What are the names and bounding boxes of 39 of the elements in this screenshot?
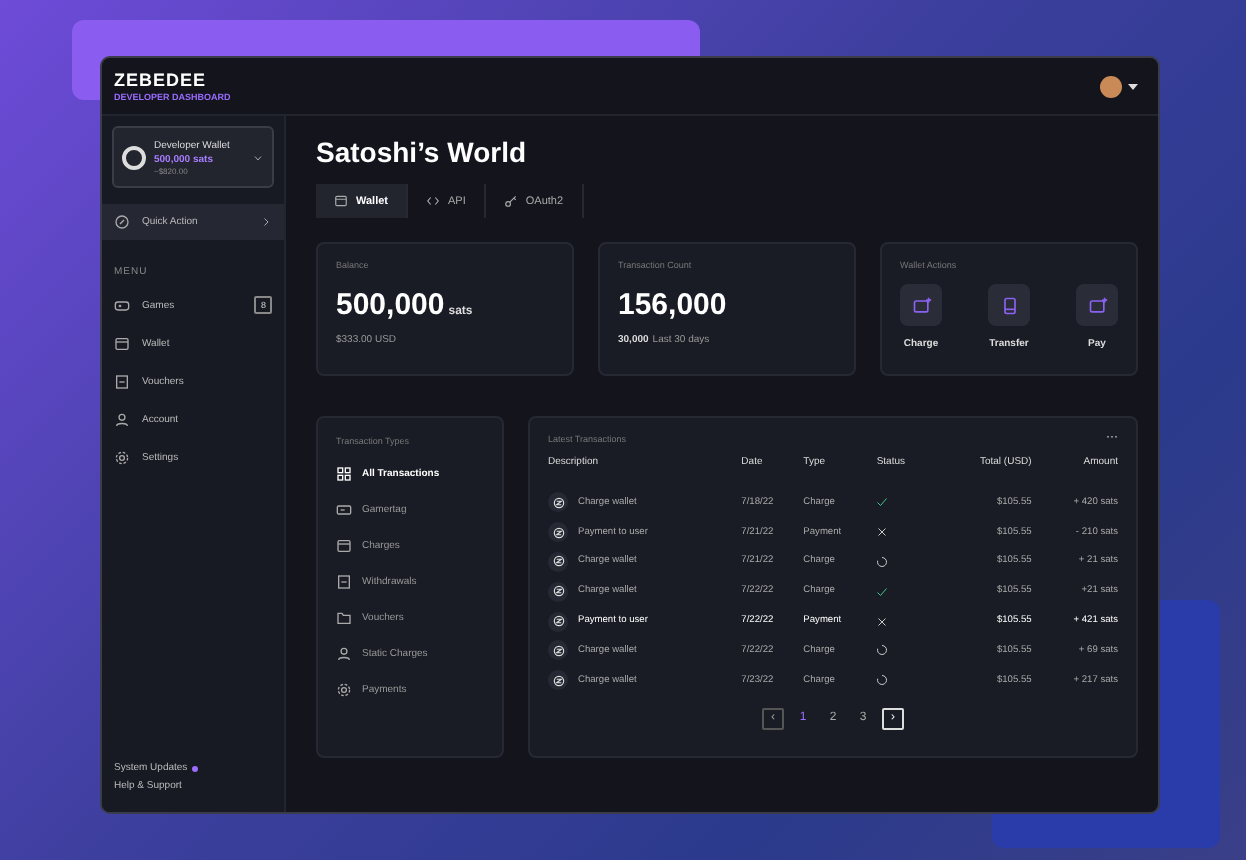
compass-icon [114, 214, 130, 230]
settings-icon [336, 682, 352, 698]
caret-icon [1128, 83, 1138, 89]
avatar [1100, 75, 1122, 97]
page-title: Satoshi’s World [316, 136, 529, 168]
code-icon [426, 194, 440, 208]
key-icon [503, 194, 518, 208]
person-icon [114, 411, 130, 427]
person-icon [336, 646, 352, 662]
coin-icon [548, 551, 568, 572]
coin-icon [548, 670, 568, 691]
document-icon [114, 373, 130, 389]
card-plus-icon [1087, 295, 1107, 315]
wallet-icon [114, 335, 130, 351]
action-button[interactable] [988, 284, 1030, 326]
action-button[interactable] [1076, 284, 1118, 326]
wallet-icon [336, 538, 352, 554]
balance-value: 500,000 [336, 288, 445, 322]
grid-icon [336, 466, 352, 482]
card-plus-icon [911, 295, 931, 315]
chevron-right-icon [260, 216, 272, 228]
settings-icon [114, 449, 130, 465]
phone-icon [999, 295, 1019, 315]
brand-name: ZEBEDEE [114, 70, 209, 90]
coin-icon [548, 492, 568, 513]
folder-icon [336, 610, 352, 626]
action-button[interactable] [900, 284, 942, 326]
coin-icon [548, 522, 568, 543]
coin-icon [548, 640, 568, 661]
chevron-down-icon [252, 151, 264, 163]
wallet-icon [334, 194, 348, 208]
wallet-logo-icon [122, 145, 146, 169]
document-icon [336, 574, 352, 590]
transaction-count-value: 156,000 [618, 288, 727, 322]
tag-icon [336, 502, 352, 518]
coin-icon [548, 581, 568, 602]
coin-icon [548, 611, 568, 632]
gamepad-icon [114, 297, 130, 313]
account-menu[interactable] [1100, 75, 1138, 97]
